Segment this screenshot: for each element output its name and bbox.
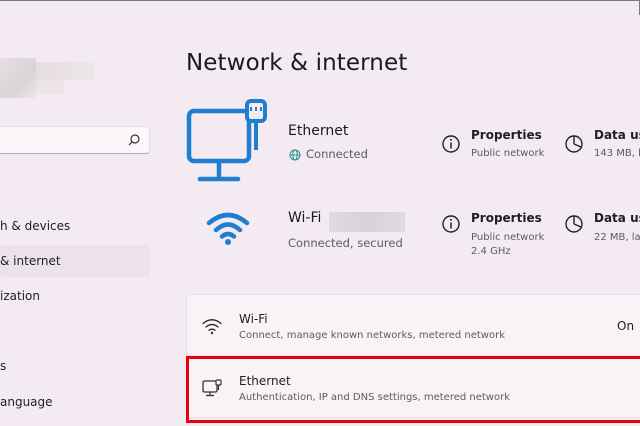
wifi-name: Wi-Fi xyxy=(288,210,322,226)
ethernet-status-card: Ethernet Connected Properties Public net… xyxy=(186,96,640,188)
sidebar-item-bluetooth-devices[interactable]: h & devices xyxy=(0,210,150,242)
sidebar-item-time-language[interactable]: anguage xyxy=(0,386,150,418)
list-item-title: Wi-Fi xyxy=(239,312,268,326)
data-usage-value: 22 MB, las xyxy=(594,232,640,243)
sidebar: h & devices & internet ization s anguage xyxy=(0,0,160,426)
account-email-blurred xyxy=(36,80,64,94)
sidebar-item-label: h & devices xyxy=(0,219,71,233)
ethernet-name: Ethernet xyxy=(288,123,349,139)
wifi-status-card: Wi-Fi Connected, secured Properties Publ… xyxy=(186,196,640,278)
data-usage-link[interactable]: Data usa xyxy=(594,211,640,225)
wifi-status: Connected, secured xyxy=(288,236,403,250)
search-input[interactable] xyxy=(1,131,125,151)
globe-icon xyxy=(289,149,301,161)
wifi-icon xyxy=(202,319,222,335)
avatar[interactable] xyxy=(0,58,36,98)
list-item-subtitle: Connect, manage known networks, metered … xyxy=(239,330,505,341)
wifi-toggle-state[interactable]: On xyxy=(617,319,634,333)
sidebar-item-label: anguage xyxy=(0,395,53,409)
list-item-wifi[interactable]: Wi-Fi Connect, manage known networks, me… xyxy=(186,294,640,356)
sidebar-item-label: s xyxy=(0,359,7,373)
info-icon[interactable] xyxy=(441,214,461,234)
properties-link[interactable]: Properties xyxy=(471,211,542,225)
search-box[interactable] xyxy=(0,126,150,154)
page-title: Network & internet xyxy=(186,50,408,76)
sidebar-item-network-internet[interactable]: & internet xyxy=(0,245,150,277)
sidebar-item-personalization[interactable]: ization xyxy=(0,280,150,312)
ethernet-status: Connected xyxy=(306,147,368,161)
ethernet-monitor-icon xyxy=(186,99,267,182)
ethernet-icon xyxy=(202,379,222,397)
info-icon[interactable] xyxy=(441,134,461,154)
sidebar-item-label: & internet xyxy=(0,254,61,268)
network-profile: Public network xyxy=(471,232,545,243)
pie-chart-icon[interactable] xyxy=(564,214,584,234)
network-profile: Public network xyxy=(471,148,545,159)
sidebar-item-label: ization xyxy=(0,289,40,303)
account-name-blurred xyxy=(36,62,94,80)
sidebar-item-apps[interactable]: s xyxy=(0,350,150,382)
wifi-icon xyxy=(206,212,250,245)
pie-chart-icon[interactable] xyxy=(564,134,584,154)
data-usage-value: 143 MB, last xyxy=(594,148,640,159)
ssid-blurred xyxy=(329,212,405,232)
list-item-subtitle: Authentication, IP and DNS settings, met… xyxy=(239,392,511,403)
network-band: 2.4 GHz xyxy=(471,246,511,257)
data-usage-link[interactable]: Data usa xyxy=(594,128,640,142)
properties-link[interactable]: Properties xyxy=(471,128,542,142)
list-item-title: Ethernet xyxy=(239,374,291,388)
list-item-ethernet[interactable]: Ethernet Authentication, IP and DNS sett… xyxy=(186,356,640,418)
search-icon[interactable] xyxy=(127,133,141,147)
